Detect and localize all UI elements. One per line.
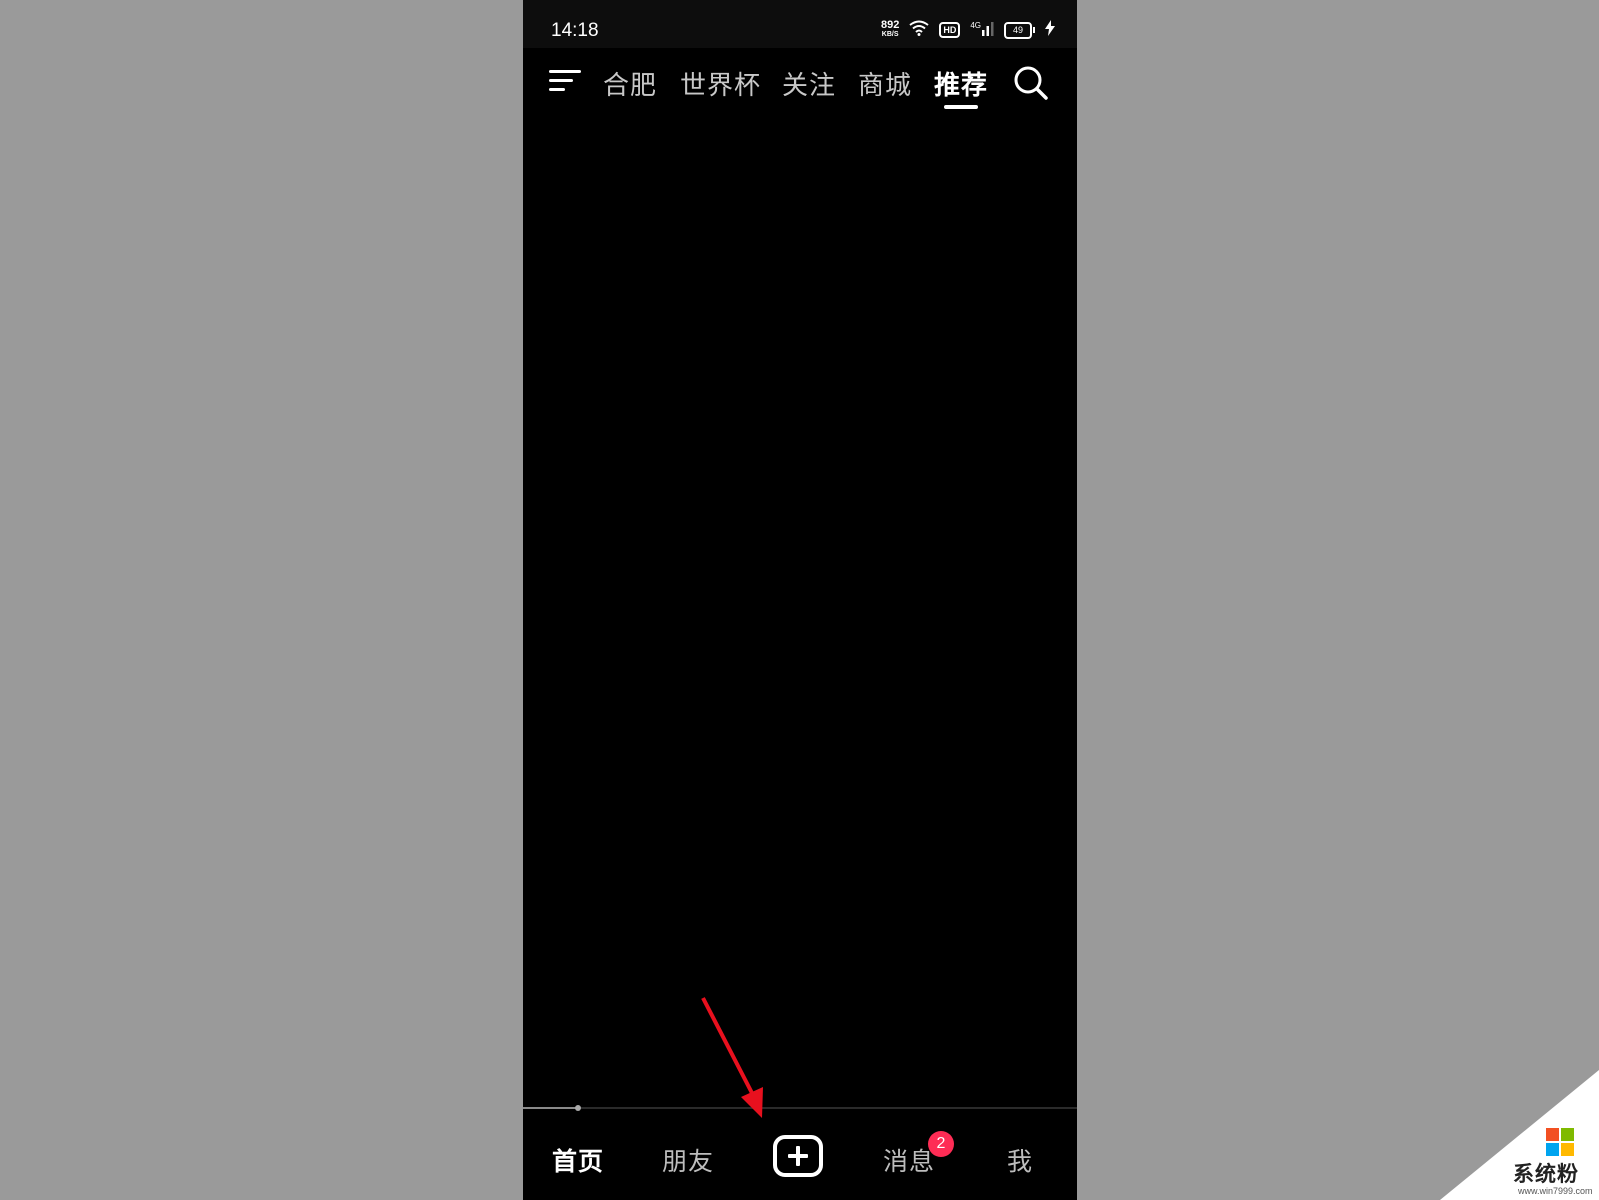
signal-label: 4G: [970, 20, 981, 30]
status-time: 14:18: [551, 20, 599, 41]
watermark-text: 系统粉: [1513, 1162, 1579, 1186]
status-icons: 892 KB/S HD 4G 49: [881, 20, 1055, 40]
playback-progress-knob[interactable]: [575, 1105, 582, 1111]
windows-logo-icon: [1546, 1128, 1574, 1156]
wifi-icon: [909, 20, 929, 40]
bottom-nav: 首页 朋友 消息 2 我: [523, 1112, 1077, 1200]
nav-friends[interactable]: 朋友: [662, 1142, 714, 1178]
nav-me[interactable]: 我: [1007, 1142, 1033, 1178]
tab-hefei[interactable]: 合肥: [603, 65, 657, 102]
add-button[interactable]: [773, 1135, 823, 1177]
battery-indicator: 49: [1004, 21, 1035, 39]
signal-indicator: 4G: [970, 21, 994, 40]
watermark: 系统粉 www.win7999.com: [1440, 1070, 1599, 1200]
nav-messages[interactable]: 消息: [883, 1142, 935, 1178]
signal-bars-icon: [982, 21, 994, 40]
network-speed-unit: KB/S: [881, 31, 899, 38]
tab-recommended[interactable]: 推荐: [934, 65, 988, 102]
menu-icon[interactable]: [549, 67, 581, 95]
active-tab-indicator: [944, 105, 978, 109]
plus-icon: [788, 1146, 808, 1166]
search-icon[interactable]: [1013, 65, 1049, 101]
network-speed-value: 892: [880, 19, 900, 31]
tab-world-cup[interactable]: 世界杯: [680, 65, 761, 102]
lightning-icon: [1045, 20, 1055, 40]
network-speed: 892 KB/S: [880, 19, 900, 39]
messages-badge: 2: [928, 1131, 954, 1157]
tab-mall[interactable]: 商城: [858, 65, 912, 102]
watermark-url: www.win7999.com: [1518, 1186, 1593, 1196]
status-bar: 14:18 892 KB/S HD 4G 49: [523, 0, 1077, 48]
battery-tip: [1033, 27, 1035, 33]
tab-following[interactable]: 关注: [782, 65, 836, 102]
playback-progress-bar[interactable]: [523, 1105, 1077, 1111]
phone-screen: 14:18 892 KB/S HD 4G 49 合肥 世界杯 关注 商城 推荐 …: [523, 0, 1077, 1200]
battery-level: 49: [1004, 21, 1032, 39]
hd-badge: HD: [939, 22, 961, 38]
top-nav: 合肥 世界杯 关注 商城 推荐: [523, 55, 1077, 115]
playback-progress-fill: [523, 1107, 579, 1109]
nav-home[interactable]: 首页: [552, 1142, 604, 1178]
